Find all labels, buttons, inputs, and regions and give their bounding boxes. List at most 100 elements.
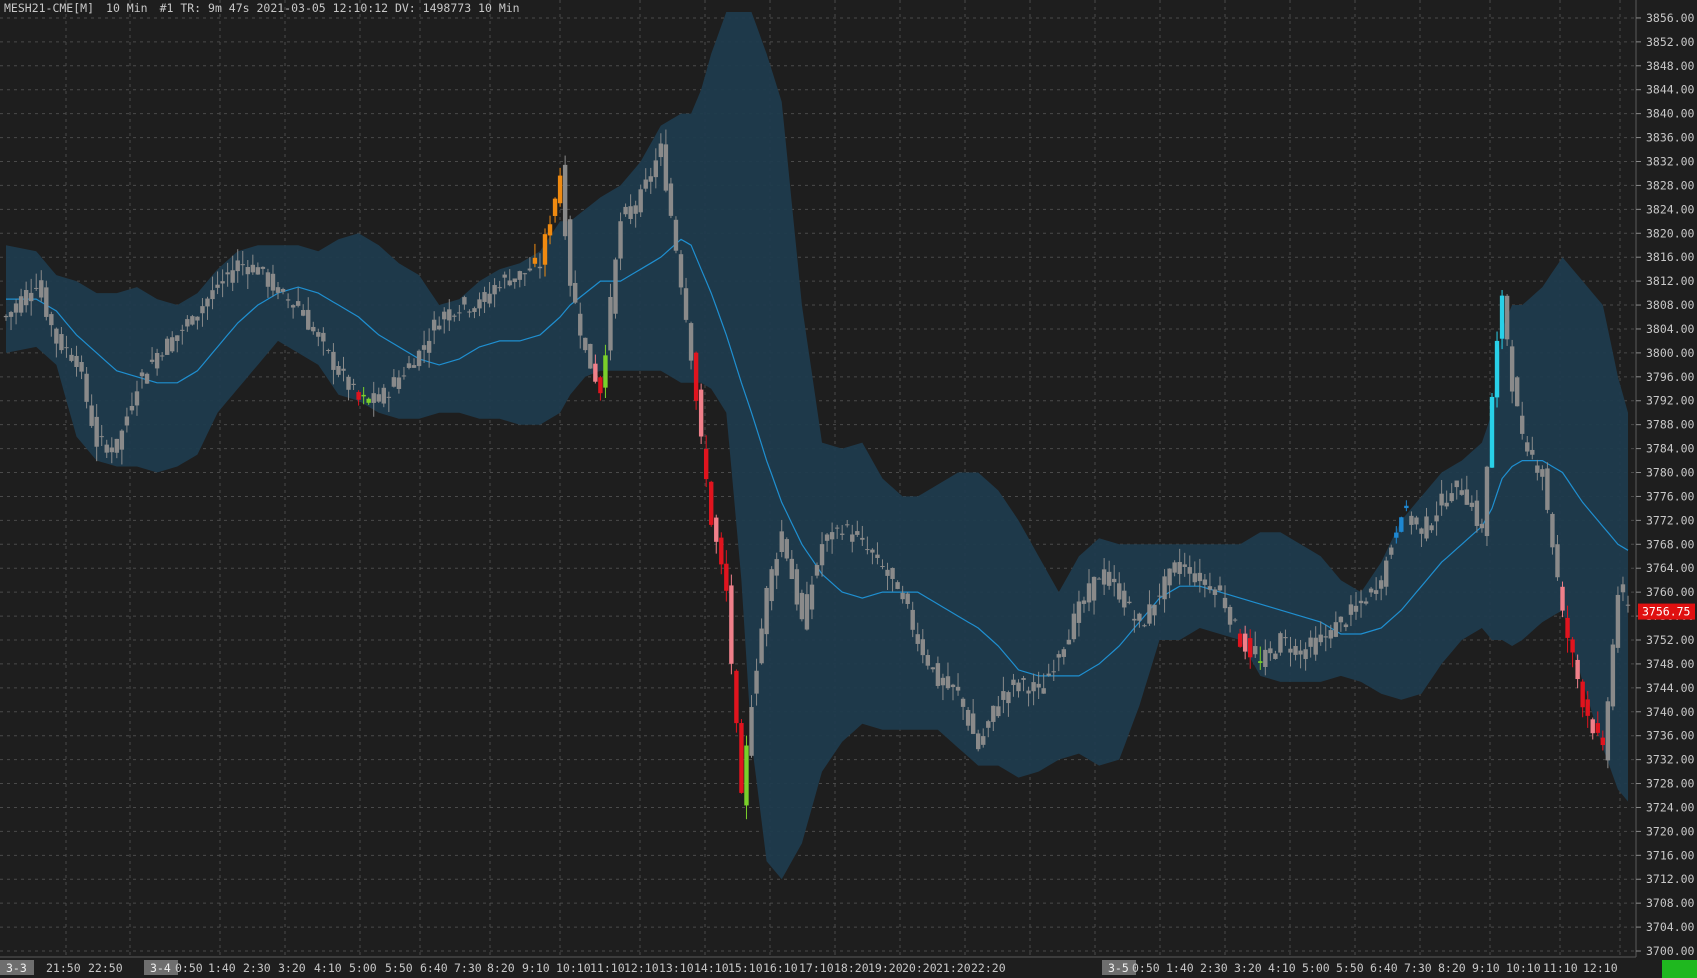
price-tick-label: 3752.00 [1646, 633, 1695, 647]
candle-body [225, 272, 230, 275]
candle-body [1253, 646, 1258, 655]
candle-body [79, 362, 84, 372]
candle-body [789, 558, 795, 580]
candle-body [744, 745, 749, 806]
candle-body [1489, 396, 1495, 468]
candle-body [668, 183, 674, 216]
candle-body [190, 316, 195, 325]
candle-body [426, 340, 432, 353]
candle-body [129, 405, 135, 411]
price-tick-label: 3744.00 [1646, 681, 1695, 695]
candle-body [406, 363, 412, 368]
candle-body [1111, 578, 1117, 583]
candle-body [114, 438, 120, 453]
candlestick-chart[interactable]: 3856.00 3852.00 3848.00 3844.00 3840.00 3836.… [0, 0, 1697, 978]
candle-body [220, 281, 225, 284]
candle-body [411, 365, 417, 368]
candle-body [1031, 682, 1036, 692]
candle-body [633, 205, 638, 214]
candle-body [1273, 653, 1278, 659]
candle-body [824, 534, 830, 541]
candle-body [683, 288, 689, 320]
price-tick-label: 3808.00 [1646, 298, 1695, 312]
candle-body [769, 569, 774, 602]
candle-body [64, 347, 69, 349]
date-marker-1: 3-3 [6, 961, 27, 975]
candle-body [1076, 601, 1082, 623]
candle-body [1227, 606, 1233, 625]
candle-body [1011, 679, 1016, 686]
time-label: 17:10 [799, 961, 834, 975]
candle-body [1056, 654, 1061, 658]
candle-body [1484, 466, 1490, 537]
candle-body [8, 312, 14, 317]
time-label: 11:10 [590, 961, 625, 975]
time-label: 12:10 [1583, 961, 1618, 975]
candle-body [134, 391, 140, 406]
time-label: 15:10 [728, 961, 763, 975]
candle-body [1071, 613, 1077, 640]
candle-body [346, 376, 351, 390]
chart-canvas[interactable]: 3856.00 3852.00 3848.00 3844.00 3840.00 3836.… [0, 0, 1697, 978]
candle-body [960, 698, 966, 707]
candle-body [39, 280, 44, 298]
candle-body [376, 394, 381, 402]
candle-body [1494, 340, 1500, 398]
candle-body [996, 706, 1001, 717]
candle-body [573, 282, 578, 303]
candle-body [1207, 586, 1213, 590]
candle-body [1051, 671, 1056, 673]
candle-body [754, 670, 759, 694]
time-label: 5:50 [1336, 961, 1364, 975]
candle-body [109, 447, 114, 453]
candle-body [1514, 377, 1520, 407]
candle-body [839, 533, 845, 535]
time-label: 21:20 [936, 961, 971, 975]
time-label: 16:10 [763, 961, 798, 975]
time-label: 2:30 [243, 961, 271, 975]
price-tick-label: 3812.00 [1646, 274, 1695, 288]
candle-body [270, 273, 276, 291]
price-tick-label: 3848.00 [1646, 59, 1695, 73]
candle-body [819, 544, 825, 566]
candle-body [845, 524, 850, 526]
candle-body [401, 375, 407, 377]
candle-body [1237, 633, 1243, 647]
candle-body [537, 266, 543, 269]
candle-body [1026, 690, 1031, 694]
candle-body [1333, 622, 1339, 637]
price-tick-label: 3788.00 [1646, 418, 1695, 432]
time-label: 0:50 [175, 961, 203, 975]
price-tick-label: 3832.00 [1646, 154, 1695, 168]
candle-body [306, 309, 311, 330]
candle-body [195, 316, 200, 321]
candle-body [512, 278, 517, 283]
time-label: 9:10 [522, 961, 550, 975]
candle-body [1167, 568, 1172, 586]
candle-body [1187, 567, 1192, 574]
connection-status-box [1662, 960, 1697, 978]
time-label: 4:10 [1268, 961, 1296, 975]
candle-body [1560, 586, 1565, 611]
candle-body [1530, 449, 1535, 455]
candle-body [275, 287, 281, 293]
price-tick-label: 3736.00 [1646, 729, 1695, 743]
time-label: 13:10 [659, 961, 694, 975]
candle-body [164, 338, 170, 355]
candle-body [970, 713, 976, 734]
candle-body [1313, 637, 1318, 655]
candle-body [885, 569, 890, 576]
price-tick-label: 3700.00 [1646, 944, 1695, 958]
candle-body [1600, 737, 1606, 746]
candle-body [678, 254, 684, 288]
time-label: 6:40 [420, 961, 448, 975]
candle-body [482, 292, 487, 302]
candle-body [507, 280, 512, 286]
candle-body [739, 723, 744, 793]
price-tick-label: 3728.00 [1646, 777, 1695, 791]
candle-body [437, 325, 442, 330]
candle-body [729, 585, 734, 664]
candle-body [336, 366, 341, 375]
candle-body [1278, 633, 1283, 653]
price-tick-label: 3776.00 [1646, 489, 1695, 503]
